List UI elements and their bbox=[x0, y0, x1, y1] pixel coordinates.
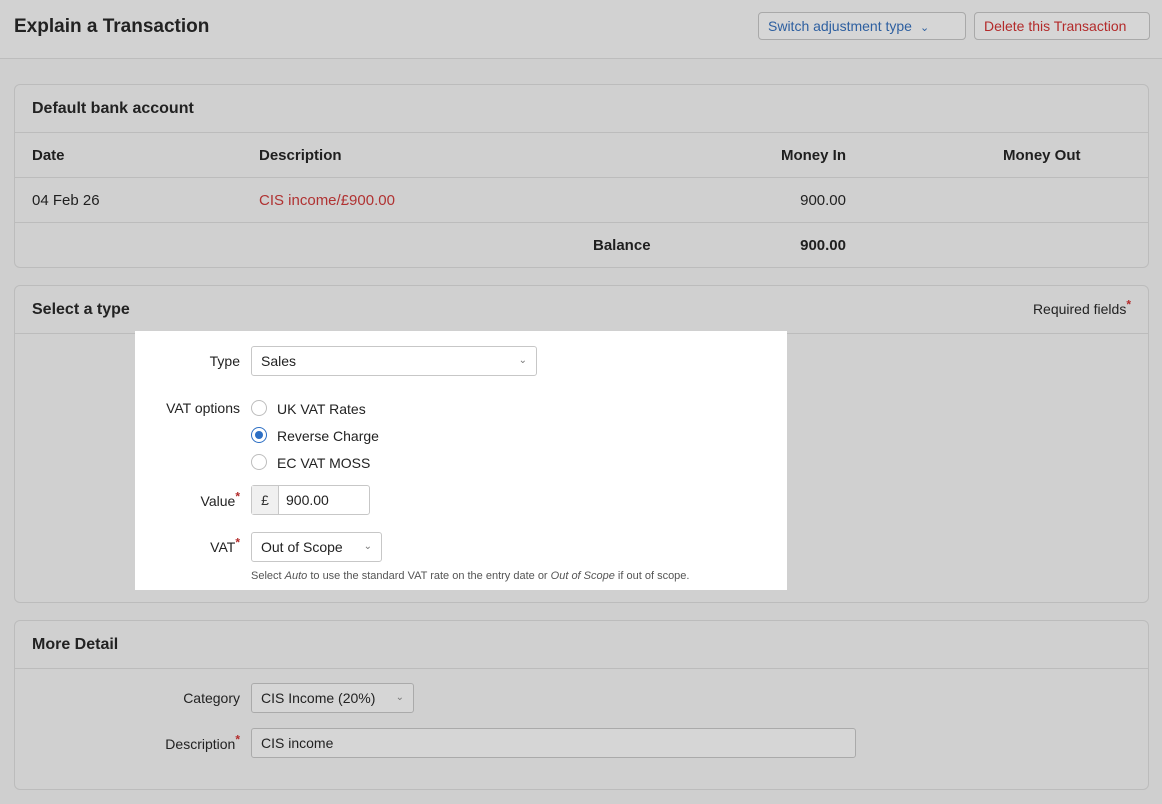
more-detail-panel: More Detail Category CIS Income (20%) ⌄ … bbox=[14, 620, 1149, 790]
chevron-down-icon: ⌄ bbox=[518, 355, 527, 366]
radio-button-icon[interactable] bbox=[251, 400, 267, 416]
vat-hint-text: Select Auto to use the standard VAT rate… bbox=[251, 570, 689, 582]
radio-button-icon[interactable] bbox=[251, 454, 267, 470]
column-header-date: Date bbox=[32, 147, 65, 164]
type-select[interactable]: Sales ⌄ bbox=[251, 346, 537, 376]
hint-part: Select bbox=[251, 570, 285, 582]
vat-option-label: UK VAT Rates bbox=[277, 401, 366, 417]
transaction-money-in: 900.00 bbox=[800, 192, 846, 209]
required-star-icon: * bbox=[235, 535, 240, 550]
description-label-text: Description bbox=[165, 736, 236, 752]
delete-transaction-button[interactable]: Delete this Transaction bbox=[974, 12, 1150, 40]
table-header-row: Date Description Money In Money Out bbox=[15, 133, 1148, 178]
currency-prefix: £ bbox=[252, 486, 279, 514]
chevron-down-icon: ⌄ bbox=[395, 692, 404, 703]
value-label-text: Value bbox=[200, 493, 236, 509]
value-input[interactable]: £ 900.00 bbox=[251, 485, 370, 515]
value-field-label: Value* bbox=[135, 490, 240, 509]
required-star-icon: * bbox=[235, 489, 240, 504]
vat-select-value: Out of Scope bbox=[261, 539, 343, 555]
required-star-icon: * bbox=[235, 732, 240, 747]
more-panel-header: More Detail bbox=[15, 621, 1148, 669]
bank-panel-header: Default bank account bbox=[15, 85, 1148, 133]
value-input-text: 900.00 bbox=[286, 492, 329, 508]
hint-part: if out of scope. bbox=[614, 570, 690, 582]
hint-emphasis-out-of-scope: Out of Scope bbox=[550, 570, 615, 582]
switch-adjustment-type-label: Switch adjustment type bbox=[768, 18, 912, 34]
vat-select[interactable]: Out of Scope ⌄ bbox=[251, 532, 382, 562]
top-bar: Explain a Transaction Switch adjustment … bbox=[0, 0, 1162, 59]
chevron-down-icon: ⌄ bbox=[363, 541, 372, 552]
description-input[interactable]: CIS income bbox=[251, 728, 856, 758]
required-fields-note: Required fields* bbox=[1032, 298, 1131, 317]
transaction-date: 04 Feb 26 bbox=[32, 192, 100, 209]
required-star-icon: * bbox=[1126, 297, 1131, 312]
balance-row: Balance 900.00 bbox=[15, 223, 1148, 268]
balance-value: 900.00 bbox=[800, 237, 846, 254]
type-panel-title: Select a type bbox=[32, 301, 130, 318]
category-field-label: Category bbox=[183, 690, 240, 706]
type-form: Type Sales ⌄ VAT options UK VAT Rates Re… bbox=[135, 331, 787, 590]
radio-button-selected-icon[interactable] bbox=[251, 427, 267, 443]
description-field-label: Description* bbox=[135, 733, 240, 752]
hint-emphasis-auto: Auto bbox=[284, 570, 308, 582]
select-type-panel: Select a type Required fields* Type Sale… bbox=[14, 285, 1149, 603]
bank-panel-title: Default bank account bbox=[32, 100, 194, 117]
switch-adjustment-type-button[interactable]: Switch adjustment type ⌄ bbox=[758, 12, 966, 40]
vat-option-label: EC VAT MOSS bbox=[277, 455, 371, 471]
page-title: Explain a Transaction bbox=[14, 16, 210, 37]
vat-field-label: VAT* bbox=[135, 536, 240, 555]
type-field-label: Type bbox=[209, 353, 240, 369]
column-header-money-out: Money Out bbox=[1003, 147, 1081, 164]
balance-label: Balance bbox=[593, 237, 651, 254]
hint-part: to use the standard VAT rate on the entr… bbox=[307, 570, 551, 582]
category-select[interactable]: CIS Income (20%) ⌄ bbox=[251, 683, 414, 713]
vat-options-label: VAT options bbox=[166, 400, 240, 416]
vat-label-text: VAT bbox=[210, 539, 236, 555]
category-select-value: CIS Income (20%) bbox=[261, 690, 376, 706]
vat-option-label: Reverse Charge bbox=[277, 428, 379, 444]
bank-account-panel: Default bank account Date Description Mo… bbox=[14, 84, 1149, 268]
column-header-money-in: Money In bbox=[780, 147, 846, 164]
column-header-description: Description bbox=[259, 147, 342, 164]
type-select-value: Sales bbox=[261, 353, 297, 369]
transaction-description-link[interactable]: CIS income/£900.00 bbox=[259, 192, 395, 209]
chevron-down-icon: ⌄ bbox=[919, 22, 930, 34]
type-panel-header: Select a type Required fields* bbox=[15, 286, 1148, 334]
table-row: 04 Feb 26 CIS income/£900.00 900.00 bbox=[15, 178, 1148, 223]
required-fields-label: Required fields bbox=[1032, 301, 1127, 317]
more-panel-title: More Detail bbox=[32, 636, 119, 653]
